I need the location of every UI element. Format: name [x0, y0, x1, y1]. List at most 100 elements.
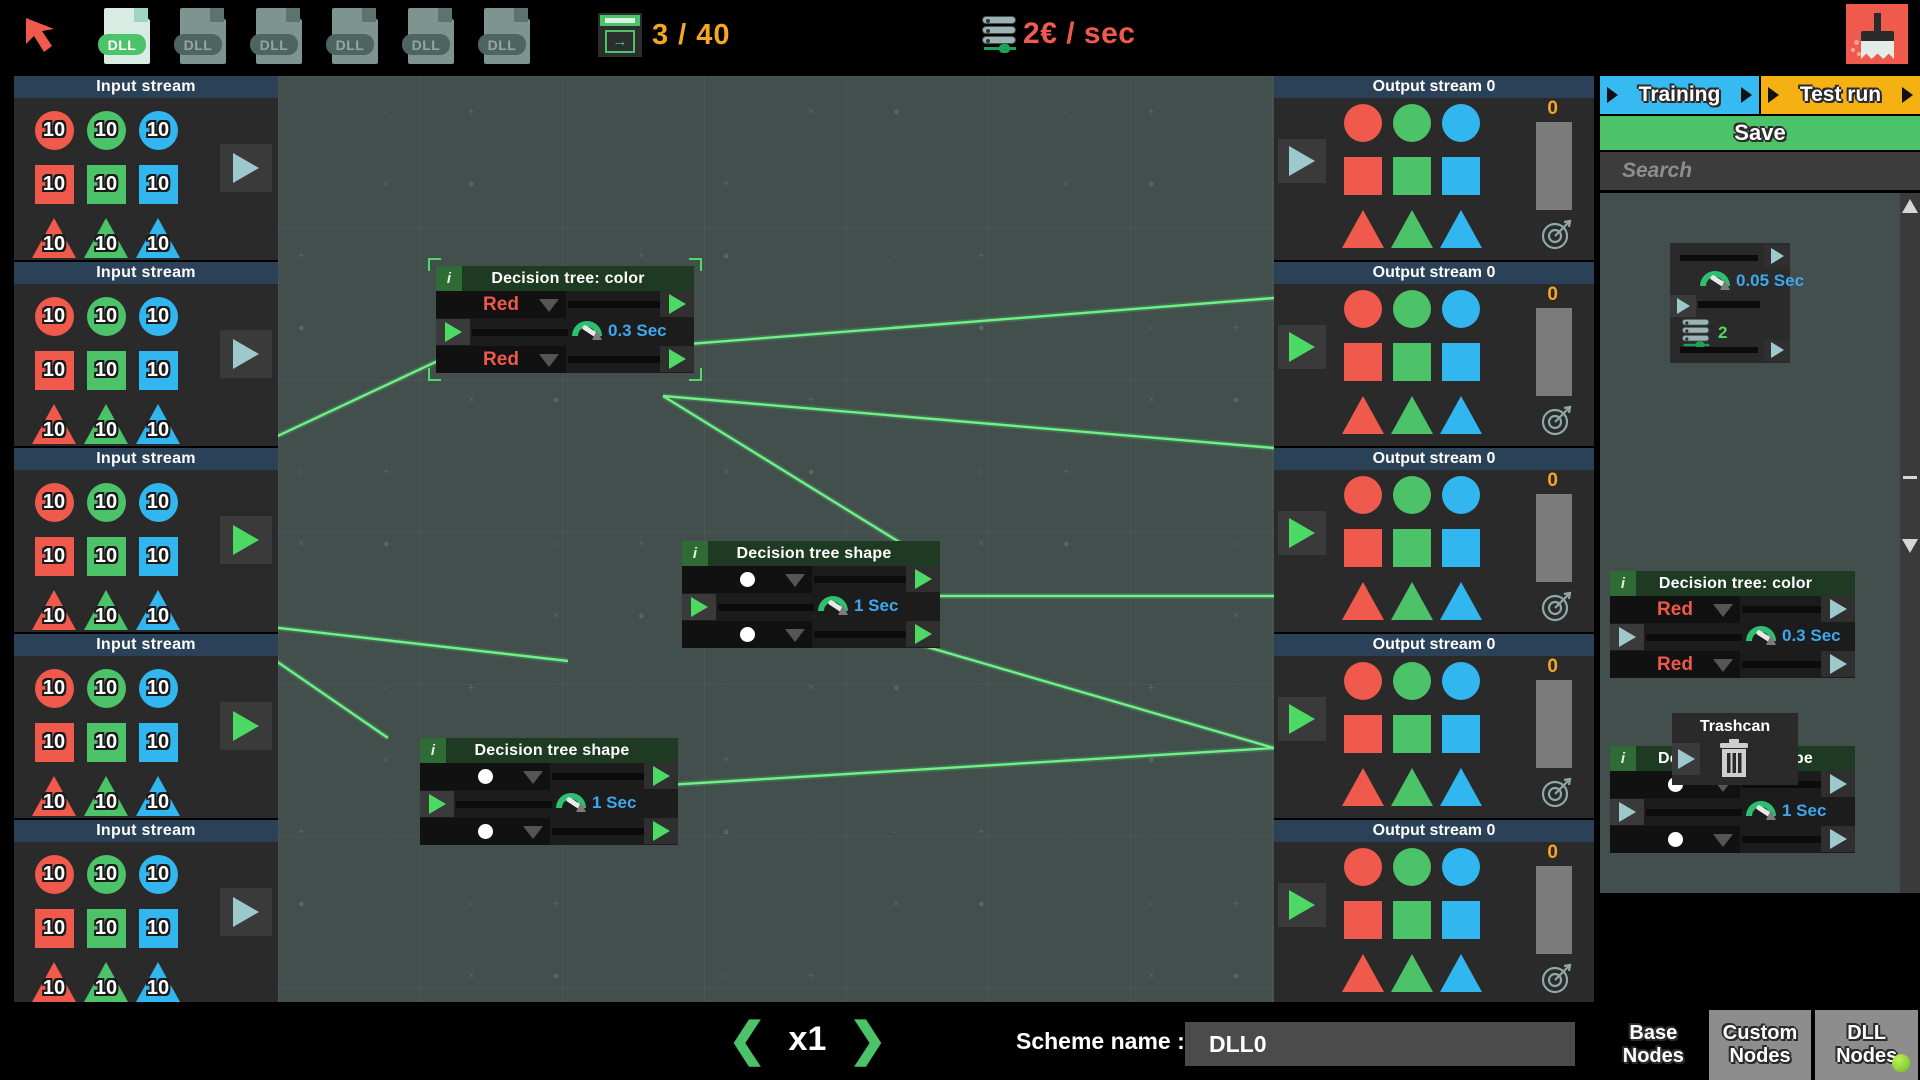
output-stream-input-port[interactable] [1278, 139, 1326, 183]
training-button[interactable]: Training [1600, 76, 1759, 114]
node-output-port-bottom[interactable] [1764, 339, 1790, 361]
grid-marker: · [383, 322, 387, 334]
node-input-port[interactable] [1610, 624, 1644, 650]
scheme-name-input[interactable]: DLL0 [1185, 1022, 1575, 1066]
node-output-port-top[interactable] [906, 566, 940, 592]
node-output-port-top[interactable] [1764, 245, 1790, 267]
node-info-button[interactable]: i [1610, 571, 1636, 596]
decision-node[interactable]: i Decision tree shape 1 Sec [682, 541, 940, 648]
node-info-button[interactable]: i [1610, 746, 1636, 771]
input-stream-output-port[interactable] [220, 144, 272, 192]
dll-tab-2[interactable]: DLL [250, 4, 306, 66]
shape-token [1438, 899, 1484, 941]
save-button[interactable]: Save [1600, 116, 1920, 150]
node-bottom-dropdown[interactable] [420, 818, 550, 845]
dll-tab-0[interactable]: DLL [98, 4, 154, 66]
decision-node[interactable]: i Decision tree: color Red Red 0.3 Sec [428, 258, 702, 381]
output-stream-input-port[interactable] [1278, 325, 1326, 369]
speed-decrease-button[interactable]: ❮ [728, 1016, 767, 1062]
shape-token: 10 [30, 717, 78, 767]
input-stream-output-port[interactable] [220, 702, 272, 750]
input-stream-output-port[interactable] [220, 888, 272, 936]
output-stream-card: Output stream 00 [1274, 820, 1594, 1004]
node-info-button[interactable]: i [682, 541, 708, 566]
node-top-dropdown[interactable]: Red [1610, 596, 1740, 623]
shape-token: 10 [82, 663, 130, 713]
grid-marker: · [808, 250, 812, 262]
test-run-button[interactable]: Test run [1761, 76, 1920, 114]
node-input-port[interactable] [1610, 799, 1644, 825]
search-input[interactable]: Search [1600, 152, 1920, 190]
trashcan[interactable]: Trashcan [1672, 713, 1798, 785]
target-icon [1541, 963, 1572, 994]
tab-custom-nodes[interactable]: Custom Nodes [1708, 1010, 1812, 1080]
node-info-button[interactable]: i [420, 738, 446, 763]
tab-base-nodes[interactable]: Base Nodes [1602, 1010, 1705, 1080]
input-stream-output-port[interactable] [220, 330, 272, 378]
node-bottom-dropdown[interactable] [1610, 826, 1740, 853]
node-output-port-top[interactable] [660, 291, 694, 317]
node-input-port[interactable] [436, 319, 470, 345]
dll-tab-4[interactable]: DLL [402, 4, 458, 66]
grid-marker: ● [893, 106, 900, 118]
node-input-port[interactable] [420, 791, 454, 817]
arrow-cursor-icon[interactable] [22, 14, 64, 56]
dll-tab-5[interactable]: DLL [478, 4, 534, 66]
node-top-dropdown[interactable] [420, 763, 550, 790]
palette-node[interactable]: i Decision tree: color Red Red 0.3 Sec [1610, 571, 1855, 678]
scroll-grip[interactable] [1903, 476, 1917, 479]
palette-info-marker[interactable] [1855, 209, 1866, 227]
dll-tab-1[interactable]: DLL [174, 4, 230, 66]
scroll-down-icon[interactable] [1902, 539, 1918, 553]
scroll-up-icon[interactable] [1902, 199, 1918, 213]
node-wire-stub [1680, 255, 1758, 261]
node-bottom-dropdown[interactable]: Red [436, 346, 566, 373]
rate-suffix: / sec [1066, 17, 1136, 50]
circle-token-icon [1442, 290, 1480, 328]
node-output-port-bottom[interactable] [906, 621, 940, 647]
shape-token: 10 [82, 345, 130, 395]
trashcan-input-port[interactable] [1672, 743, 1700, 775]
decision-node[interactable]: i Decision tree shape 1 Sec [420, 738, 678, 845]
node-output-port-bottom[interactable] [1821, 651, 1855, 677]
grid-marker: · [638, 898, 642, 910]
node-input-port[interactable] [1670, 295, 1696, 317]
node-bottom-dropdown[interactable]: Red [1610, 651, 1740, 678]
clear-brush-button[interactable] [1846, 4, 1908, 64]
node-output-port-top[interactable] [1821, 596, 1855, 622]
node-graph-canvas[interactable]: · ▫ + · · · × ● · ▫ + · · × ● · ▫ + · · · × ● · + · · · × ● · ▫ + · · · ● · ▫ +… [278, 76, 1274, 1002]
dll-tab-label: DLL [402, 34, 450, 55]
output-stream-input-port[interactable] [1278, 511, 1326, 555]
tab-dll-nodes[interactable]: DLL Nodes [1815, 1010, 1919, 1080]
speed-increase-button[interactable]: ❯ [848, 1016, 887, 1062]
chevron-down-icon [539, 299, 559, 312]
play-icon [1289, 332, 1315, 362]
output-stream-input-port[interactable] [1278, 883, 1326, 927]
tab-label-line2: Nodes [1622, 1045, 1684, 1067]
dll-tab-strip: DLL DLL DLL DLL DLL DLL [98, 4, 534, 66]
node-output-port-bottom[interactable] [644, 818, 678, 844]
play-icon [1829, 599, 1847, 619]
palette-info-marker[interactable] [1855, 559, 1866, 577]
node-output-port-top[interactable] [1821, 771, 1855, 797]
play-icon [1677, 749, 1695, 769]
dll-tab-3[interactable]: DLL [326, 4, 382, 66]
grid-marker: + [1233, 322, 1240, 334]
shape-token: 10 [30, 399, 78, 449]
trashcan-label: Trashcan [1699, 718, 1771, 735]
palette-scrollbar[interactable] [1900, 193, 1920, 893]
node-output-port-top[interactable] [644, 763, 678, 789]
node-bottom-dropdown[interactable] [682, 621, 812, 648]
node-input-port[interactable] [682, 594, 716, 620]
output-stream-input-port[interactable] [1278, 697, 1326, 741]
node-top-dropdown[interactable]: Red [436, 291, 566, 318]
node-top-dropdown[interactable] [682, 566, 812, 593]
palette-timer-node[interactable]: 2 0.05 Sec [1670, 243, 1804, 363]
node-output-port-bottom[interactable] [1821, 826, 1855, 852]
palette-info-marker[interactable] [1855, 734, 1866, 752]
play-icon [1289, 518, 1315, 548]
shape-token [1438, 208, 1484, 250]
input-stream-output-port[interactable] [220, 516, 272, 564]
node-palette[interactable]: 2 0.05 Sec i Decision tree: color Red Red 0.3 … [1600, 193, 1920, 893]
grid-marker: + [1148, 106, 1155, 118]
